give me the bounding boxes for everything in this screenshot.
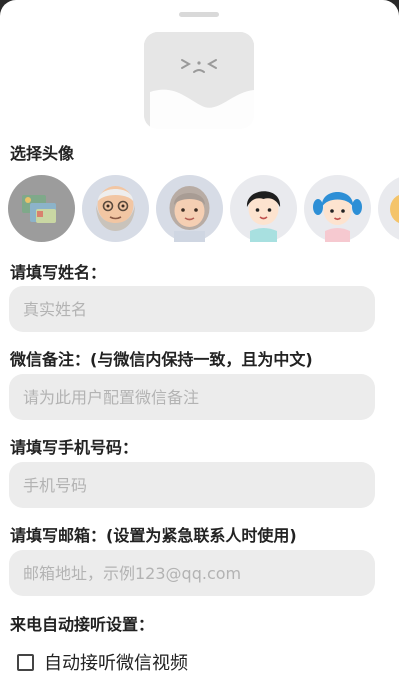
email-field[interactable] <box>9 550 375 596</box>
remark-field[interactable] <box>9 374 375 420</box>
phone-input[interactable] <box>21 474 375 496</box>
remark-section-title: 微信备注：(与微信内保持一致，且为中文) <box>10 350 313 369</box>
autoanswer-section-title: 来电自动接听设置： <box>10 615 155 634</box>
avatar-custom-photo[interactable] <box>8 175 75 242</box>
drag-handle[interactable] <box>179 12 219 17</box>
avatar-section-title: 选择头像 <box>10 144 75 163</box>
avatar-elderly-man[interactable] <box>82 175 149 242</box>
email-section-title: 请填写邮箱：(设置为紧急联系人时使用) <box>10 526 297 545</box>
auto-answer-checkbox[interactable] <box>17 653 34 671</box>
auto-answer-option[interactable]: 自动接听微信视频 <box>17 650 188 674</box>
phone-field[interactable] <box>9 462 375 508</box>
avatar-picker[interactable] <box>8 175 399 243</box>
avatar-girl[interactable] <box>304 175 371 242</box>
name-input[interactable] <box>21 298 375 320</box>
remark-input[interactable] <box>21 386 375 408</box>
phone-section-title: 请填写手机号码： <box>10 438 139 457</box>
contact-edit-sheet: 选择头像 请填写姓名： 真实姓名 微信备注：(与微信内保持一致，且为中文) 请为… <box>0 0 399 696</box>
auto-answer-label: 自动接听微信视频 <box>44 653 188 674</box>
name-field[interactable] <box>9 286 375 332</box>
avatar-elderly-woman[interactable] <box>156 175 223 242</box>
profile-image-placeholder-icon[interactable] <box>144 32 254 129</box>
name-section-title: 请填写姓名： <box>10 263 107 282</box>
email-input[interactable] <box>21 562 375 584</box>
avatar-more[interactable] <box>378 175 399 242</box>
avatar-boy[interactable] <box>230 175 297 242</box>
